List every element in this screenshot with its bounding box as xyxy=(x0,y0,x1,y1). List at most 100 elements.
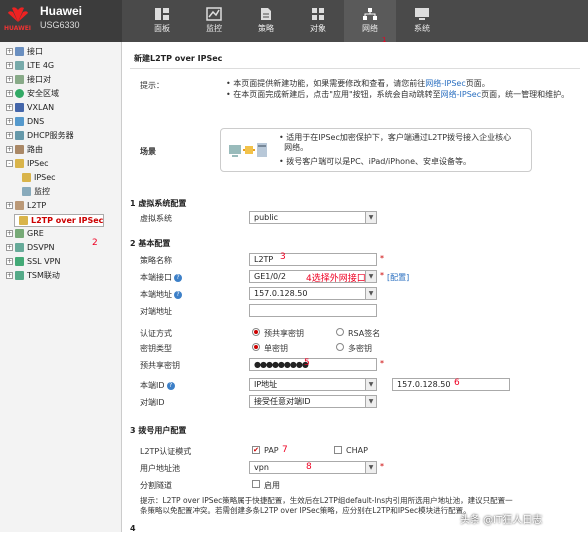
sidebar-item-gre[interactable]: + GRE xyxy=(6,228,44,240)
single-key-radio[interactable] xyxy=(252,343,260,351)
sidebar-item-lte[interactable]: + LTE 4G xyxy=(6,60,54,72)
interface-icon xyxy=(15,47,24,56)
auth-rsa-label: RSA签名 xyxy=(348,329,381,338)
brand-text: HUAWEI xyxy=(4,25,32,32)
collapse-icon[interactable]: - xyxy=(6,160,13,167)
dns-icon xyxy=(15,117,24,126)
route-icon xyxy=(15,145,24,154)
chevron-down-icon: ▼ xyxy=(365,271,376,282)
multi-key-radio[interactable] xyxy=(336,343,344,351)
psk-label: 预共享密钥 xyxy=(140,361,180,370)
pool-label: 用户地址池 xyxy=(140,464,180,473)
sidebar-item-security-zone[interactable]: + 安全区域 xyxy=(6,88,59,100)
help-icon[interactable]: ? xyxy=(166,381,175,390)
sidebar-item-interface-pair[interactable]: + 接口对 xyxy=(6,74,51,86)
lte-icon xyxy=(15,61,24,70)
chevron-down-icon: ▼ xyxy=(365,396,376,407)
auth-psk-label: 预共享密钥 xyxy=(264,329,304,338)
help-icon[interactable]: ? xyxy=(174,290,182,299)
sidebar-item-ipsec-monitor[interactable]: 监控 xyxy=(22,186,50,198)
chap-label: CHAP xyxy=(346,446,368,455)
expand-icon[interactable]: + xyxy=(6,258,13,265)
expand-icon[interactable]: + xyxy=(6,90,13,97)
chevron-down-icon: ▼ xyxy=(365,379,376,390)
annotation-4: 4选择外网接口 xyxy=(306,274,366,284)
local-addr-select[interactable]: 157.0.128.50 ▼ xyxy=(249,287,377,300)
section-vsys: 1 虚拟系统配置 xyxy=(130,199,187,208)
nav-dashboard[interactable]: 面板 xyxy=(136,0,188,42)
network-icon xyxy=(363,8,377,20)
sidebar-item-dhcp[interactable]: + DHCP服务器 xyxy=(6,130,74,142)
sidebar-item-l2tp-over-ipsec[interactable]: L2TP over IPSec xyxy=(14,214,105,227)
expand-icon[interactable]: + xyxy=(6,132,13,139)
scene-box: • 适用于在IPSec加密保护下，客户端通过L2TP拨号接入企业核心 网络。 •… xyxy=(220,128,532,172)
expand-icon[interactable]: + xyxy=(6,230,13,237)
sidebar-item-tsm[interactable]: + TSM联动 xyxy=(6,270,60,282)
peer-addr-label: 对端地址 xyxy=(140,307,172,316)
expand-icon[interactable]: + xyxy=(6,118,13,125)
device-model: USG6330 xyxy=(40,20,80,30)
config-link[interactable]: [配置] xyxy=(387,272,409,283)
local-if-label: 本端接口? xyxy=(140,272,182,283)
chevron-down-icon: ▼ xyxy=(365,212,376,223)
nav-system[interactable]: 系统 xyxy=(396,0,448,42)
tip-label: 提示： xyxy=(140,81,164,90)
expand-icon[interactable]: + xyxy=(6,272,13,279)
nav-monitor[interactable]: 监控 xyxy=(188,0,240,42)
tip-line-1: • 本页面提供新建功能，如果需要修改和查看，请您前往网络-IPSec页面。 xyxy=(226,79,490,88)
tsm-icon xyxy=(15,271,24,280)
sidebar-item-ipsec[interactable]: - IPSec xyxy=(6,158,49,170)
watermark: 头条 @IT狂人日志 xyxy=(460,515,543,526)
pool-select[interactable]: vpn ▼ xyxy=(249,461,377,474)
local-id-select[interactable]: IP地址 ▼ xyxy=(249,378,377,391)
vsys-select[interactable]: public ▼ xyxy=(249,211,377,224)
psk-input[interactable]: ●●●●●●●●● xyxy=(249,358,377,371)
nav-object[interactable]: 对象 xyxy=(292,0,344,42)
peer-id-label: 对端ID xyxy=(140,398,165,407)
split-tunnel-checkbox[interactable] xyxy=(252,480,260,488)
local-id-ip-input[interactable]: 157.0.128.50 xyxy=(392,378,510,391)
main-panel: 新建L2TP over IPSec 提示： • 本页面提供新建功能，如果需要修改… xyxy=(122,42,588,533)
expand-icon[interactable]: + xyxy=(6,104,13,111)
sidebar-item-interface[interactable]: + 接口 xyxy=(6,46,43,58)
sidebar-item-dsvpn[interactable]: + DSVPN xyxy=(6,242,55,254)
auth-psk-radio[interactable] xyxy=(252,328,260,336)
auth-rsa-radio[interactable] xyxy=(336,328,344,336)
expand-icon[interactable]: + xyxy=(6,62,13,69)
nav-label: 对象 xyxy=(310,24,326,33)
sslvpn-icon xyxy=(15,257,24,266)
sidebar-item-dns[interactable]: + DNS xyxy=(6,116,44,128)
policy-name-input[interactable]: L2TP xyxy=(249,253,377,266)
interface-pair-icon xyxy=(15,75,24,84)
sidebar-item-route[interactable]: + 路由 xyxy=(6,144,43,156)
annotation-7: 7 xyxy=(282,445,288,455)
help-icon[interactable]: ? xyxy=(174,273,182,282)
nav-policy[interactable]: 策略 xyxy=(240,0,292,42)
key-type-label: 密钥类型 xyxy=(140,344,172,353)
expand-icon[interactable]: + xyxy=(6,244,13,251)
vsys-label: 虚拟系统 xyxy=(140,214,172,223)
expand-icon[interactable]: + xyxy=(6,76,13,83)
annotation-6: 6 xyxy=(454,378,460,388)
ipsec-monitor-icon xyxy=(22,187,31,196)
nav-label: 网络 xyxy=(362,24,378,33)
sidebar-item-l2tp[interactable]: + L2TP xyxy=(6,200,46,212)
ipsec-link-1[interactable]: 网络-IPSec xyxy=(425,79,465,88)
peer-addr-input[interactable] xyxy=(249,304,377,317)
expand-icon[interactable]: + xyxy=(6,202,13,209)
scene-illustration-icon xyxy=(229,143,267,157)
sidebar-item-ipsec-sub[interactable]: IPSec xyxy=(22,172,56,184)
pap-checkbox[interactable]: ✔ xyxy=(252,446,260,454)
peer-id-select[interactable]: 接受任意对端ID ▼ xyxy=(249,395,377,408)
scene-desc-2: • 拨号客户端可以是PC、iPad/iPhone、安卓设备等。 xyxy=(279,157,472,166)
expand-icon[interactable]: + xyxy=(6,146,13,153)
chap-checkbox[interactable] xyxy=(334,446,342,454)
sidebar-item-vxlan[interactable]: + VXLAN xyxy=(6,102,54,114)
annotation-3: 3 xyxy=(280,252,286,262)
ipsec-icon xyxy=(15,159,24,168)
expand-icon[interactable]: + xyxy=(6,48,13,55)
sidebar-item-ssl-vpn[interactable]: + SSL VPN xyxy=(6,256,60,268)
ipsec-link-2[interactable]: 网络-IPSec xyxy=(441,90,481,99)
nav-network[interactable]: 网络 xyxy=(344,0,396,42)
nav-label: 系统 xyxy=(414,24,430,33)
